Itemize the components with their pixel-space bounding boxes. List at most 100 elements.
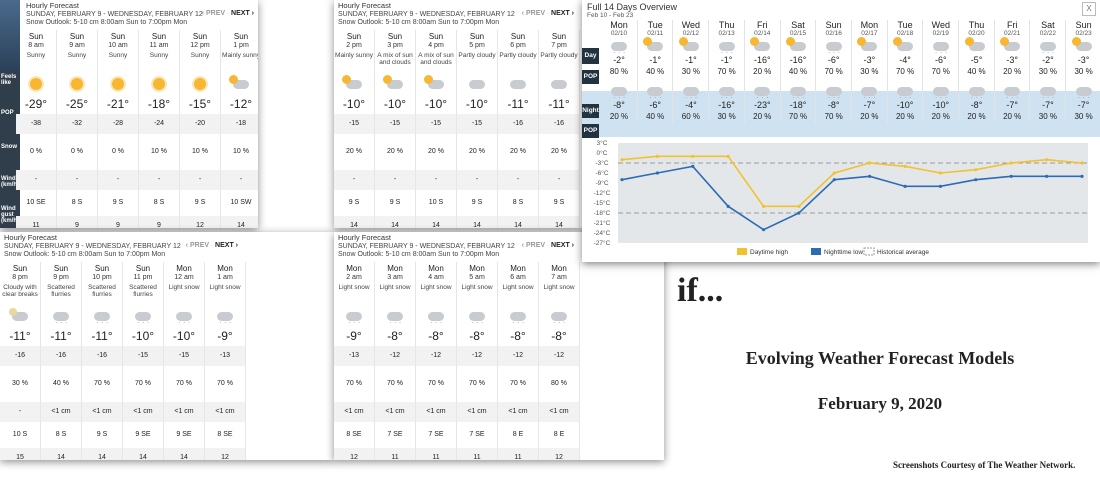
hour-snow: - [221,170,258,190]
nighttime-low-point [797,211,801,215]
panel-outlook: Snow Outlook: 5-10 cm 8:00am Sun to 7:00… [338,19,500,26]
hour-snow: <1 cm [498,402,538,422]
next-button[interactable]: NEXT › [551,10,574,17]
night-pop: 20 % [753,112,772,121]
hour-feels: -15 [334,114,374,134]
next-button[interactable]: NEXT › [231,10,254,17]
hour-condition: Mainly sunny [222,52,258,59]
panel-header: Hourly Forecast SUNDAY, FEBRUARY 9 - WED… [334,0,582,30]
hour-temp: -12° [229,97,253,111]
overview-day-column: Thu02/13-1°70 %-16°30 % [708,20,744,123]
hour-condition: Scattered flurries [47,284,75,298]
hour-feels: -15 [457,114,497,134]
hour-time: 12 pm [190,42,210,49]
hour-wind: 8 E [553,431,565,438]
close-button[interactable]: X [1082,2,1096,16]
hour-column: Mon2 am Light snow -9° -13 70 % <1 cm 8 SE 12 [334,262,375,460]
overview-day-column: Wed02/19-6°70 %-10°20 % [922,20,958,123]
day-date: 02/16 [825,30,842,37]
snow-cloud-icon [510,311,526,327]
hour-day: Mon [428,264,444,273]
nighttime-low-point [1009,174,1013,178]
hour-wind: 9 SE [176,431,192,438]
hour-feels: -16 [82,346,122,366]
overview-title: Full 14 Days Overview [587,2,678,12]
hour-column: Sun 6 pm Partly cloudy -11° -16 20 % - 8 S 14 [498,30,539,228]
hour-feels: -15 [416,114,456,134]
hour-snow: - [498,170,538,190]
hour-time: 1 am [217,274,233,281]
hour-wind: 10 SW [230,199,252,206]
cloud-icon [469,79,485,89]
next-button[interactable]: NEXT › [215,242,238,249]
hour-snow: - [416,170,456,190]
day-high: -3° [1006,55,1018,65]
hour-feels: -12 [498,346,538,366]
overview-day-column: Fri02/21-3°20 %-7°20 % [993,20,1030,123]
day-name: Sat [791,20,805,30]
hour-day: Sun [28,32,44,41]
cloud-icon [510,79,526,89]
hour-time: 1 pm [233,42,249,49]
snow-cloud-icon [861,86,878,102]
next-button[interactable]: NEXT › [551,242,574,249]
hour-time: 5 pm [469,42,485,49]
overview-day-column: Thu02/20-5°40 %-8°20 % [958,20,994,123]
hour-day: Mon [217,264,233,273]
hour-wind: 10 SE [26,199,46,206]
hour-wind: 9 SE [135,431,151,438]
hour-temp: -15° [188,97,212,111]
prev-button[interactable]: ‹ PREV [186,242,209,249]
hour-pop: 40 % [53,380,69,387]
hour-gust: 9 [57,216,97,228]
night-pop: 40 % [646,112,665,121]
hour-condition: Light snow [420,284,452,291]
daytime-high-point [974,168,978,172]
hour-temp: -25° [65,97,89,111]
panel-range: SUNDAY, FEBRUARY 9 - WEDNESDAY, FEBRUARY… [338,10,515,18]
daytime-high-point [1009,161,1013,165]
day-date: 02/20 [968,30,985,37]
hour-wind: 9 S [553,199,565,206]
hour-snow: - [375,170,415,190]
day-date: 02/12 [682,30,700,37]
hour-pop: 80 % [551,380,567,387]
night-pop: 30 % [717,112,736,121]
hour-temp: -11° [91,329,113,343]
hour-condition: Sunny [67,52,87,59]
hour-column: Mon7 am Light snow -8° -12 80 % <1 cm 8 E 12 [539,262,580,460]
day-name: Wed [681,20,701,30]
snow-cloud-icon [611,86,627,102]
legend-swatch [863,247,875,256]
hour-gust: 12 [180,216,220,228]
day-name: Tue [897,20,913,30]
day-pop: 80 % [609,67,629,76]
hour-condition: Light snow [379,284,411,291]
prev-button[interactable]: ‹ PREV [522,242,545,249]
snow-cloud-icon [1075,86,1092,102]
hour-day: Mon [551,264,567,273]
prev-button[interactable]: ‹ PREV [202,10,225,17]
hour-gust: 14 [41,448,81,460]
overview-day-column: Tue02/18-4°70 %-10°20 % [886,20,923,123]
hourly-grid: Sun 2 pm Mainly sunny -10° -15 20 % -9 S 14 Sun 3… [334,30,580,228]
day-name: Sat [1041,20,1055,30]
hour-snow: - [98,170,138,190]
prev-button[interactable]: ‹ PREV [522,10,545,17]
nighttime-low-point [691,164,695,168]
hour-condition: Partly cloudy [458,52,496,59]
chart-plot-area [618,143,1088,243]
hour-day: Sun [53,264,69,273]
overview-day-column: Mon02/17-3°30 %-7°20 % [850,20,887,123]
hour-wind: 9 S [96,431,108,438]
hour-column: Sun 3 pm A mix of sun and clouds -10° -15 20 … [375,30,416,228]
hour-pop: 10 % [151,148,167,155]
hour-snow: <1 cm [82,402,122,422]
day-date: 02/23 [1075,30,1092,37]
hour-pop: 30 % [12,380,28,387]
hour-feels: -20 [180,114,220,134]
hour-feels: -38 [16,114,56,134]
hour-column: Mon1 am Light snow -9° -13 70 % <1 cm 8 SE 12 [205,262,246,460]
day-pop: 30 % [860,67,879,76]
panel-range: SUNDAY, FEBRUARY 9 - WEDNESDAY, FEBRUARY… [338,242,515,250]
